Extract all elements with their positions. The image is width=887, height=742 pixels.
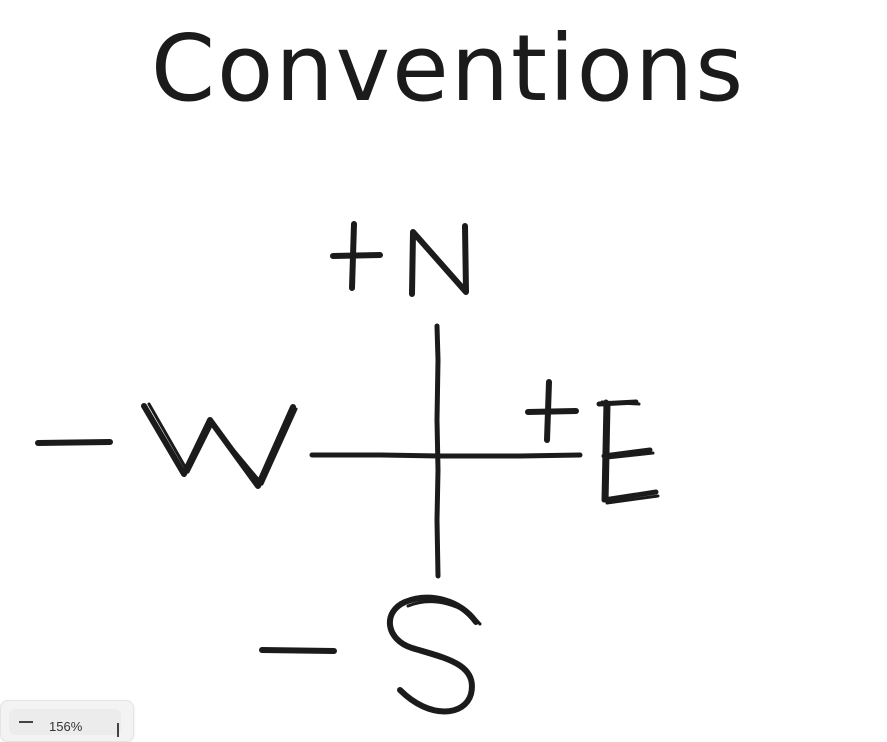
vertical-axis	[434, 323, 441, 579]
whiteboard-canvas[interactable]: Conventions +N −S +E −W	[0, 0, 887, 729]
south-label	[259, 594, 482, 715]
horizontal-axis	[309, 452, 583, 459]
east-label	[525, 379, 660, 505]
zoom-pill: 156%	[9, 709, 121, 737]
west-label	[35, 402, 298, 489]
zoom-level[interactable]: 156%	[49, 719, 82, 734]
zoom-control: 156%	[0, 700, 134, 742]
diagram-title: Conventions	[151, 15, 745, 122]
plus-icon[interactable]	[117, 723, 119, 737]
compass-cross	[309, 323, 583, 579]
minus-icon[interactable]	[19, 721, 33, 723]
north-label	[330, 221, 469, 297]
